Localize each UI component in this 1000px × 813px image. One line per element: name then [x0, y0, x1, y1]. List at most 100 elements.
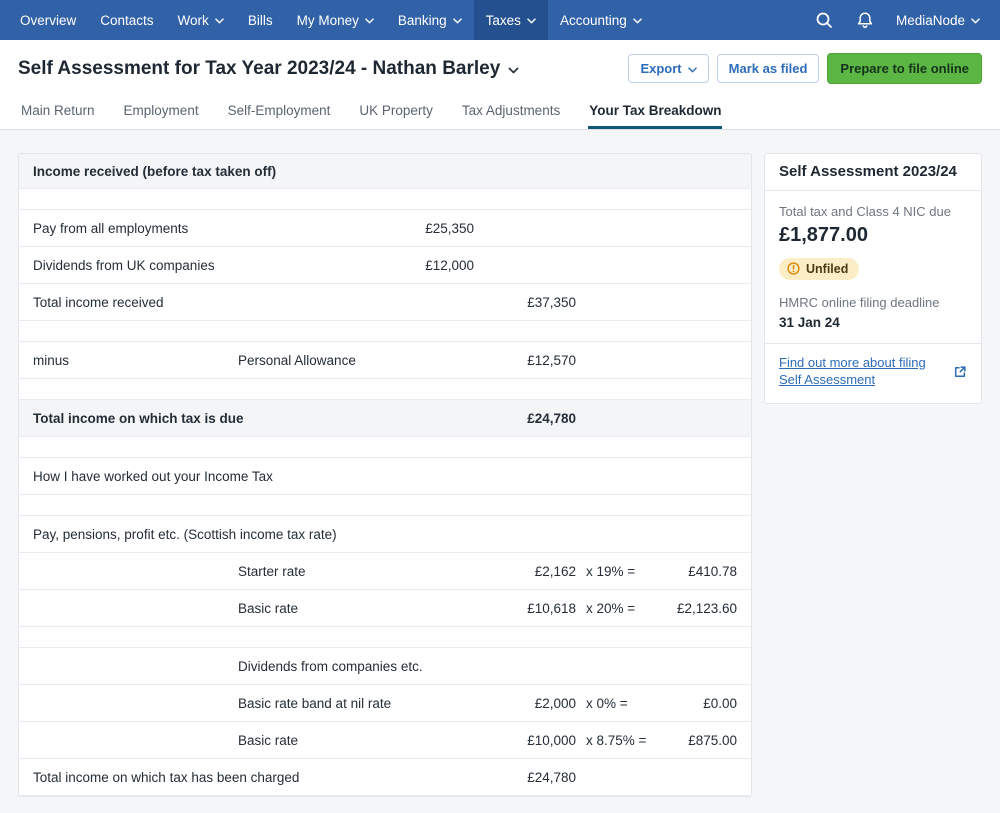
nav-item-overview[interactable]: Overview	[8, 0, 88, 40]
table-cell: Dividends from UK companies	[33, 258, 238, 273]
table-row: Total income received£37,350	[19, 284, 751, 321]
nav-right: MediaNode	[804, 0, 990, 40]
table-row: Total income on which tax is due£24,780	[19, 400, 751, 437]
chevron-down-icon	[527, 18, 536, 24]
table-row: How I have worked out your Income Tax	[19, 458, 751, 495]
account-menu[interactable]: MediaNode	[886, 13, 990, 28]
nav-item-label: Overview	[20, 13, 76, 28]
nav-item-label: My Money	[297, 13, 359, 28]
nav-item-work[interactable]: Work	[166, 0, 236, 40]
tab-bar: Main Return Employment Self-Employment UK P…	[0, 93, 1000, 130]
summary-panel: Self Assessment 2023/24 Total tax and Cl…	[764, 153, 982, 404]
nav-item-bills[interactable]: Bills	[236, 0, 285, 40]
table-cell: Basic rate band at nil rate	[238, 696, 369, 711]
table-cell: minus	[33, 353, 238, 368]
table-cell: £12,570	[474, 353, 576, 368]
table-cell: £24,780	[474, 411, 576, 426]
search-button[interactable]	[804, 4, 844, 36]
deadline-date: 31 Jan 24	[779, 315, 967, 330]
table-cell: £10,000	[474, 733, 576, 748]
table-cell: Pay from all employments	[33, 221, 238, 236]
table-cell: £410.78	[646, 564, 737, 579]
table-cell: £0.00	[646, 696, 737, 711]
table-cell: £25,350	[369, 221, 474, 236]
chevron-down-icon	[633, 18, 642, 24]
table-cell: x 8.75% =	[576, 733, 646, 748]
table-cell: Basic rate	[238, 601, 369, 616]
nav-item-my-money[interactable]: My Money	[285, 0, 386, 40]
prepare-to-file-button[interactable]: Prepare to file online	[827, 53, 982, 84]
table-spacer-row	[19, 321, 751, 342]
table-cell: x 20% =	[576, 601, 646, 616]
chevron-down-icon	[215, 18, 224, 24]
table-cell: £24,780	[474, 770, 576, 785]
table-cell: x 0% =	[576, 696, 646, 711]
table-cell: £2,162	[474, 564, 576, 579]
chevron-down-icon	[971, 18, 980, 24]
table-spacer-row	[19, 189, 751, 210]
table-cell: Dividends from companies etc.	[238, 659, 369, 674]
table-cell: £37,350	[474, 295, 576, 310]
page-title: Self Assessment for Tax Year 2023/24 - N…	[18, 58, 519, 80]
nav-item-label: Bills	[248, 13, 273, 28]
nav-item-label: Accounting	[560, 13, 627, 28]
warning-icon	[787, 262, 800, 275]
tax-breakdown-table: Income received (before tax taken off) Pa…	[18, 153, 752, 797]
table-spacer-row	[19, 627, 751, 648]
table-row: Pay, pensions, profit etc. (Scottish inc…	[19, 516, 751, 553]
chevron-down-icon[interactable]	[508, 67, 519, 74]
nav-item-banking[interactable]: Banking	[386, 0, 474, 40]
page-title-text: Self Assessment for Tax Year 2023/24 - N…	[18, 58, 500, 80]
export-button-label: Export	[640, 61, 681, 76]
table-cell: £875.00	[646, 733, 737, 748]
table-cell: Personal Allowance	[238, 353, 369, 368]
tab-your-tax-breakdown[interactable]: Your Tax Breakdown	[588, 93, 722, 129]
tab-uk-property[interactable]: UK Property	[358, 93, 434, 129]
mark-as-filed-button[interactable]: Mark as filed	[717, 54, 820, 83]
account-name: MediaNode	[896, 13, 965, 28]
tab-self-employment[interactable]: Self-Employment	[227, 93, 332, 129]
tab-tax-adjustments[interactable]: Tax Adjustments	[461, 93, 561, 129]
total-due-amount: £1,877.00	[779, 224, 967, 247]
nav-item-accounting[interactable]: Accounting	[548, 0, 654, 40]
tab-main-return[interactable]: Main Return	[20, 93, 96, 129]
status-badge-label: Unfiled	[806, 262, 848, 276]
summary-title: Self Assessment 2023/24	[765, 154, 981, 191]
nav-item-taxes[interactable]: Taxes	[474, 0, 548, 40]
table-cell: Income received (before tax taken off)	[33, 164, 238, 179]
table-row: Dividends from UK companies £12,000	[19, 247, 751, 284]
table-spacer-row	[19, 495, 751, 516]
top-nav: Overview Contacts Work Bills My Money Banking…	[0, 0, 1000, 40]
content-area: Income received (before tax taken off) Pa…	[0, 130, 1000, 813]
nav-item-contacts[interactable]: Contacts	[88, 0, 165, 40]
nav-item-label: Contacts	[100, 13, 153, 28]
table-cell: How I have worked out your Income Tax	[33, 469, 238, 484]
notifications-button[interactable]	[846, 5, 884, 36]
table-cell: Total income on which tax has been charg…	[33, 770, 238, 785]
search-icon	[814, 10, 834, 30]
table-row: Income received (before tax taken off)	[19, 154, 751, 189]
chevron-down-icon	[688, 67, 697, 73]
table-spacer-row	[19, 437, 751, 458]
filing-info-link[interactable]: Find out more about filing Self Assessme…	[779, 355, 943, 389]
deadline-label: HMRC online filing deadline	[779, 295, 967, 312]
header-actions: Export Mark as filed Prepare to file onl…	[628, 53, 982, 84]
table-row: Starter rate£2,162x 19% =£410.78	[19, 553, 751, 590]
table-row: Dividends from companies etc.	[19, 648, 751, 685]
bell-icon	[856, 11, 874, 30]
nav-item-label: Work	[178, 13, 209, 28]
nav-items: Overview Contacts Work Bills My Money Banking…	[8, 0, 654, 40]
table-cell: Pay, pensions, profit etc. (Scottish inc…	[33, 527, 238, 542]
filing-link-row: Find out more about filing Self Assessme…	[765, 343, 981, 403]
export-button[interactable]: Export	[628, 54, 708, 83]
table-cell: £12,000	[369, 258, 474, 273]
table-row: minusPersonal Allowance £12,570	[19, 342, 751, 379]
tab-employment[interactable]: Employment	[123, 93, 200, 129]
table-cell: £2,123.60	[646, 601, 737, 616]
chevron-down-icon	[365, 18, 374, 24]
table-row: Pay from all employments £25,350	[19, 210, 751, 247]
table-row: Basic rate band at nil rate£2,000x 0% =£…	[19, 685, 751, 722]
nav-item-label: Banking	[398, 13, 447, 28]
table-spacer-row	[19, 379, 751, 400]
table-row: Basic rate£10,000x 8.75% =£875.00	[19, 722, 751, 759]
